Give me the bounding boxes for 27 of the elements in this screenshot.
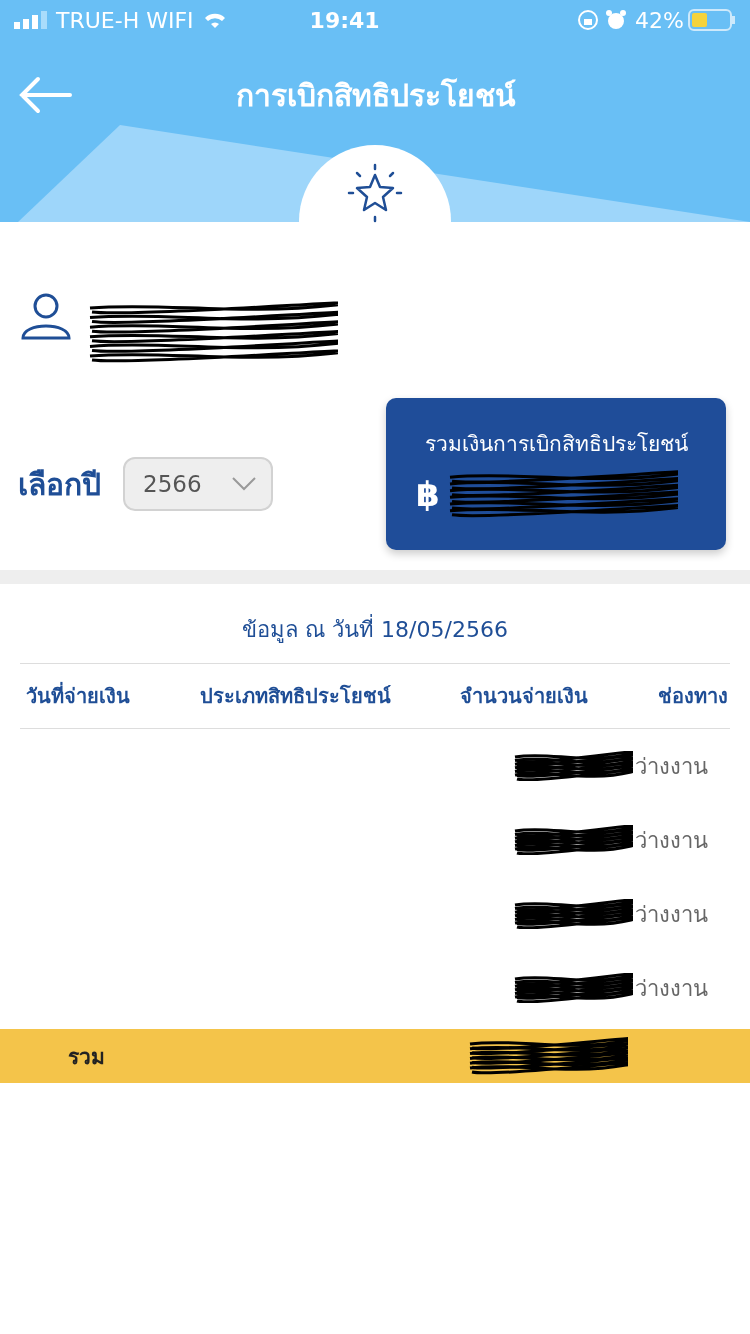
column-header: จำนวนจ่ายเงิน [460, 683, 589, 710]
battery-icon [688, 9, 736, 31]
as-of-date: ข้อมูล ณ วันที่ 18/05/2566 [0, 584, 750, 663]
channel-cell-text: ว่างงาน [635, 752, 708, 781]
page-title: การเบิกสิทธิประโยชน์ [235, 76, 517, 115]
chevron-down-icon [231, 476, 257, 492]
clock-time: 19:41 [309, 7, 380, 33]
signal-icon [14, 11, 50, 29]
channel-cell-text: ว่างงาน [635, 826, 708, 855]
column-header: ช่องทาง [657, 683, 728, 710]
total-label: รวม [68, 1043, 106, 1071]
total-card-label: รวมเงินการเบิกสิทธิประโยชน์ [424, 430, 688, 458]
user-icon [20, 292, 72, 340]
channel-cell-text: ว่างงาน [635, 974, 708, 1003]
carrier-name: TRUE-H WIFI [56, 7, 194, 33]
year-dropdown[interactable]: 2566 [123, 457, 273, 511]
alarm-icon [605, 9, 628, 31]
year-label: เลือกปี [18, 465, 101, 504]
column-header: ประเภทสิทธิประโยชน์ [199, 683, 391, 710]
back-button[interactable] [18, 75, 72, 115]
baht-sign: ฿ [416, 473, 440, 514]
column-header: วันที่จ่ายเงิน [26, 681, 130, 710]
star-icon [345, 163, 405, 223]
battery-percentage: 42% [635, 7, 684, 33]
back-arrow-icon [18, 75, 72, 115]
channel-cell-text: ว่างงาน [635, 900, 708, 929]
rotation-lock-icon [577, 9, 600, 31]
